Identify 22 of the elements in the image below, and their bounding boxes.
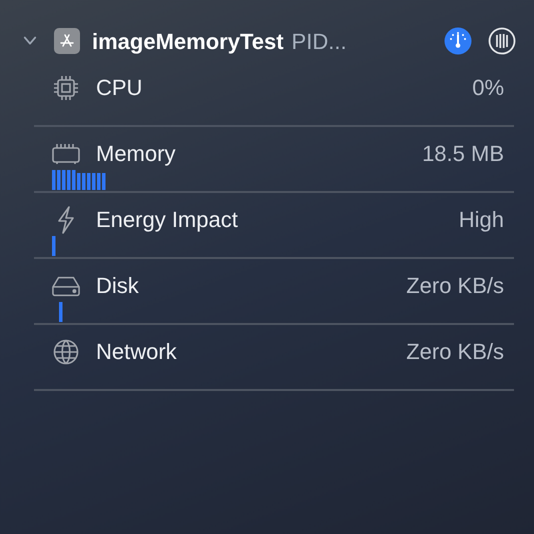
gauge-value: High [458,206,504,234]
activity-graph [59,302,62,322]
bolt-icon [56,206,76,234]
pause-columns-icon[interactable] [488,27,516,55]
gauge-label: CPU [96,74,142,102]
gauge-label: Memory [96,140,176,168]
app-icon [54,28,80,54]
gauge-icon[interactable] [444,27,472,55]
gauge-value: Zero KB/s [406,272,504,300]
chip-icon [53,74,79,100]
gauge-value: Zero KB/s [406,338,504,366]
process-id: PID... [292,28,347,56]
gauge-label: Disk [96,272,139,300]
globe-icon [53,338,79,364]
gauge-label: Network [96,338,177,366]
gauge-value: 18.5 MB [422,140,504,168]
activity-graph [52,170,106,190]
activity-graph [52,236,56,256]
process-name: imageMemoryTest [92,28,284,56]
memory-icon [52,142,80,164]
gauge-value: 0% [472,74,504,102]
gauge-label: Energy Impact [96,206,238,234]
